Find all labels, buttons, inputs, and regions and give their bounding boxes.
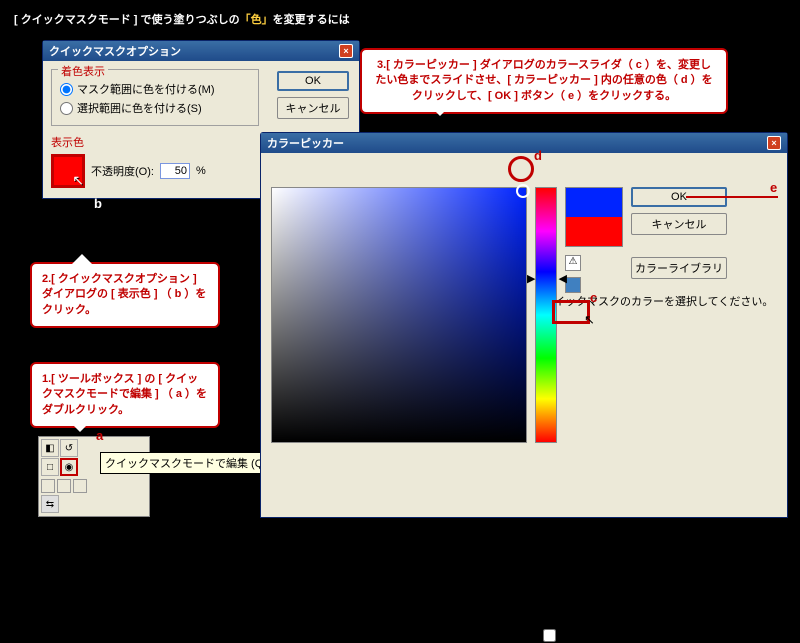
badge-c: c <box>590 290 597 305</box>
quick-mask-mode-button[interactable]: ◉ <box>60 458 78 476</box>
close-icon[interactable]: × <box>339 44 353 58</box>
new-color-swatch <box>566 188 622 217</box>
screen-mode-2-icon[interactable] <box>57 479 71 493</box>
picker-cancel-button[interactable]: キャンセル <box>631 213 727 235</box>
qmask-ok-button[interactable]: OK <box>277 71 349 91</box>
screen-mode-1-icon[interactable] <box>41 479 55 493</box>
hue-slider-thumb[interactable]: ▶◀ <box>527 272 567 285</box>
annotation-d-ring <box>508 156 534 182</box>
opacity-pct: % <box>196 165 206 177</box>
color-libraries-button[interactable]: カラーライブラリ <box>631 257 727 279</box>
websafe-checkbox[interactable] <box>543 629 556 642</box>
opacity-label: 不透明度(O): <box>91 163 154 179</box>
picker-close-icon[interactable]: × <box>767 136 781 150</box>
radio-masked-areas[interactable]: マスク範囲に色を付ける(M) <box>60 81 250 97</box>
screen-mode-3-icon[interactable] <box>73 479 87 493</box>
quick-mask-tooltip: クイックマスクモードで編集 (Q) <box>100 452 272 474</box>
page-title-pre: [ クイックマスクモード ] で使う塗りつぶしの <box>14 14 240 26</box>
qmask-cancel-button[interactable]: キャンセル <box>277 97 349 119</box>
radio-selected-input[interactable] <box>60 102 73 115</box>
badge-b: b <box>94 196 102 211</box>
display-color-label: 表示色 <box>51 134 259 150</box>
qmask-title: クイックマスクオプション <box>49 43 181 59</box>
picker-title: カラーピッカー <box>267 135 344 151</box>
websafe-label: Web セーフカラーのみに制限 <box>560 627 706 643</box>
radio-masked-input[interactable] <box>60 83 73 96</box>
toolbox: ◧ ↺ □ ◉ ⇆ <box>38 436 150 517</box>
page-title-post: を変更するには <box>273 14 350 26</box>
radio-selected-areas[interactable]: 選択範囲に色を付ける(S) <box>60 100 250 116</box>
callout-1: 1.[ ツールボックス ] の [ クイックマスクモードで編集 ] （ a ）を… <box>30 362 220 428</box>
fg-bg-swatch[interactable]: ◧ <box>41 439 59 457</box>
current-color-swatch[interactable] <box>566 217 622 246</box>
badge-a: a <box>96 428 103 443</box>
default-colors-icon[interactable]: ↺ <box>60 439 78 457</box>
badge-e: e <box>770 180 777 195</box>
callout-2: 2.[ クイックマスクオプション ] ダイアログの [ 表示色 ] （ b ）を… <box>30 262 220 328</box>
websafe-warning-icon[interactable] <box>565 277 581 293</box>
callout-3: 3.[ カラーピッカー ] ダイアログのカラースライダ（ c ）を、変更したい色… <box>360 48 728 114</box>
page-title-highlight: 「色」 <box>240 14 273 26</box>
color-field-cursor[interactable] <box>516 184 530 198</box>
annotation-c-cursor: ↖ <box>584 312 595 328</box>
jump-to-imageready-button[interactable]: ⇆ <box>41 495 59 513</box>
radio-selected-label: 選択範囲に色を付ける(S) <box>77 100 202 116</box>
color-field[interactable] <box>271 187 527 443</box>
color-picker-dialog: カラーピッカー × クイックマスクのカラーを選択してください。 ▶◀ ⚠ OK … <box>260 132 788 518</box>
annotation-e-underline <box>686 196 778 198</box>
gamut-warning-icon[interactable]: ⚠ <box>565 255 581 271</box>
color-swatch[interactable] <box>51 154 85 188</box>
color-preview <box>565 187 623 247</box>
badge-d: d <box>534 148 542 163</box>
standard-mode-button[interactable]: □ <box>41 458 59 476</box>
radio-masked-label: マスク範囲に色を付ける(M) <box>77 81 215 97</box>
color-indicates-legend: 着色表示 <box>58 63 108 79</box>
opacity-input[interactable] <box>160 163 190 179</box>
